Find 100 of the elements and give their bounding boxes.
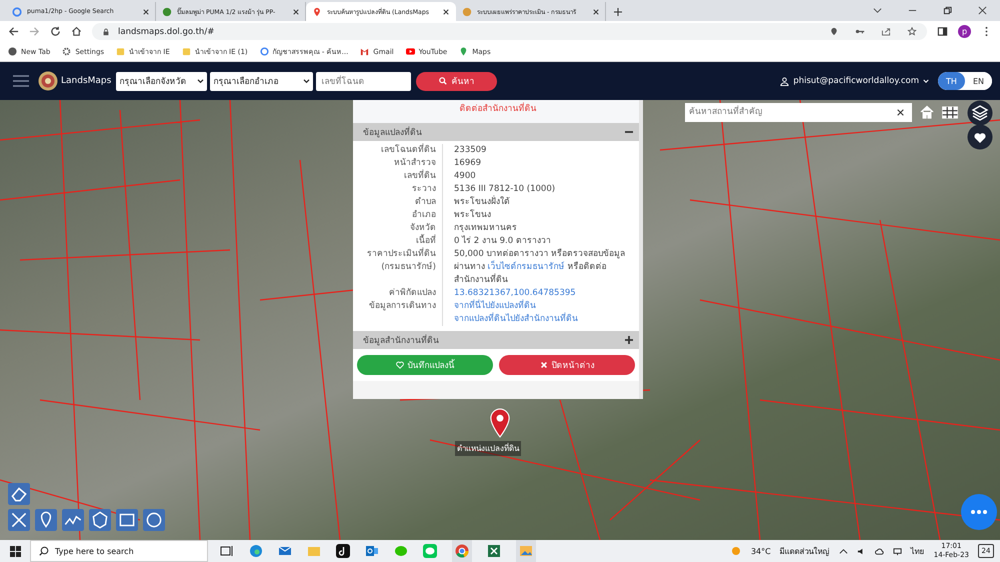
field-label: (กรมธนารักษ์) (381, 261, 436, 274)
monitor-icon[interactable] (892, 546, 902, 556)
website-link[interactable]: เว็บไซต์กรมธนารักษ์ (488, 262, 565, 272)
chevron-up-icon[interactable] (838, 546, 848, 556)
table-icon[interactable] (941, 106, 959, 119)
field-label: ค่าพิกัดแปลง (389, 287, 436, 300)
chat-bubble-icon[interactable] (961, 494, 997, 530)
folder-icon (116, 47, 126, 56)
side-panel-icon[interactable] (937, 26, 948, 37)
field-value: 0 ไร่ 2 งาน 9.0 ตารางวา (454, 235, 551, 248)
star-icon[interactable] (907, 27, 917, 36)
language-toggle[interactable]: TH (938, 72, 965, 90)
chrome-icon[interactable] (452, 540, 472, 562)
search-button[interactable]: ค้นหา (416, 72, 498, 90)
folder-icon (182, 47, 191, 56)
taskbar-search-field[interactable]: Type here to search (30, 540, 208, 562)
field-value: พระโขนง (454, 209, 491, 222)
field-value: กรุงเทพมหานคร (454, 222, 517, 235)
measure-icon[interactable] (8, 509, 30, 531)
close-icon (540, 361, 548, 369)
section-header[interactable]: ข้อมูลแปลงที่ดิน (353, 123, 639, 141)
outlook-icon[interactable] (365, 544, 379, 558)
scrollbar[interactable] (639, 100, 643, 399)
back-icon[interactable] (8, 26, 19, 37)
heart-icon (396, 361, 404, 369)
excel-icon[interactable] (487, 544, 501, 558)
close-icon[interactable] (293, 8, 299, 14)
site-icon (462, 6, 472, 16)
marker-label: ตำแหน่งแปลงที่ดิน (455, 441, 521, 456)
field-label: จังหวัด (410, 222, 436, 234)
province-dropdown[interactable]: กรุณาเลือกจังหวัด (116, 72, 208, 90)
field-value: 233509 (454, 144, 486, 157)
mail-icon (360, 47, 370, 56)
layers-icon[interactable] (967, 100, 993, 126)
cloud-icon[interactable] (874, 546, 884, 556)
eraser-icon[interactable] (8, 483, 30, 505)
home-icon[interactable] (71, 26, 82, 37)
field-label: หน้าสำรวจ (394, 157, 436, 169)
field-value: 50,000 บาทต่อตารางวา หรือตรวจสอบข้อมูลผ่านทาง เว็บไซต์กรมธนารักษ์ หรือติดต่อสำนักงานที่ดิน (454, 248, 626, 287)
emblem-logo-icon (38, 71, 58, 91)
clear-icon[interactable] (897, 109, 904, 116)
field-value: 16969 (454, 157, 482, 170)
user-menu[interactable]: phisut@pacificworldalloy.com (780, 76, 929, 86)
share-icon[interactable] (881, 27, 891, 36)
lock-icon (102, 28, 110, 36)
search-icon (39, 546, 49, 556)
rectangle-icon[interactable] (116, 509, 138, 531)
value-link[interactable]: จากที่นี่ไปยังแปลงที่ดิน (454, 300, 536, 313)
value-link[interactable]: จากแปลงที่ดินไปยังสำนักงานที่ดิน (454, 313, 578, 326)
field-label: อำเภอ (412, 209, 436, 222)
music-note-icon[interactable] (336, 544, 350, 558)
search-icon (439, 77, 448, 85)
map-pin-icon[interactable] (489, 408, 511, 438)
close-icon[interactable] (443, 8, 449, 14)
location-icon[interactable] (829, 27, 839, 36)
section-header[interactable]: ข้อมูลสำนักงานที่ดิน (353, 331, 639, 349)
pin-icon[interactable] (35, 509, 57, 531)
caret-icon (303, 78, 310, 84)
field-value: 5136 III 7812-10 (1000) (454, 183, 556, 195)
close-icon[interactable] (978, 6, 987, 15)
globe-icon (8, 47, 17, 56)
browser-icon[interactable] (249, 544, 263, 558)
app-title: LandsMaps (61, 76, 112, 86)
field-label: ข้อมูลการเดินทาง (369, 300, 436, 313)
settings-icon (62, 47, 72, 56)
windows-start-icon[interactable] (10, 546, 21, 556)
user-icon (780, 76, 790, 86)
caret-icon (197, 78, 204, 84)
pin-icon (312, 6, 322, 16)
key-icon[interactable] (855, 27, 865, 36)
sun-icon (730, 545, 742, 557)
polyline-icon[interactable] (62, 509, 84, 531)
close-icon[interactable] (593, 8, 599, 14)
reload-icon[interactable] (50, 26, 61, 37)
chevron-down-icon[interactable] (873, 6, 882, 15)
district-dropdown[interactable]: กรุณาเลือกอำเภอ (210, 72, 314, 90)
photos-icon[interactable] (516, 540, 536, 562)
google-icon (260, 47, 269, 56)
new-tab-icon[interactable] (614, 8, 622, 16)
profile-avatar[interactable]: p (958, 25, 971, 38)
place-search-field[interactable]: ค้นหาสถานที่สำคัญ (685, 103, 912, 122)
mail-icon[interactable] (278, 544, 292, 558)
value-link[interactable]: 13.68321367,100.64785395 (454, 287, 576, 300)
temperature-text: 34°C (750, 546, 771, 556)
field-label: เนื้อที่ (416, 235, 436, 247)
polygon-icon[interactable] (89, 509, 111, 531)
input-language[interactable]: ไทย (910, 544, 925, 558)
deed-number-field[interactable]: เลขที่โฉนด (316, 72, 412, 90)
close-window-button[interactable]: ปิดหน้าต่าง (499, 355, 635, 375)
field-label: ตำบล (415, 196, 436, 209)
field-label: ราคาประเมินที่ดิน (367, 248, 436, 261)
site-icon (162, 6, 172, 16)
restore-icon[interactable] (943, 6, 952, 15)
close-icon[interactable] (143, 8, 149, 14)
task-view-icon[interactable] (220, 544, 234, 558)
address-bar[interactable]: landsmaps.dol.go.th/# (92, 23, 927, 40)
field-value: พระโขนงฝั่งใต้ (454, 196, 510, 209)
google-icon (12, 6, 22, 16)
menu-icon[interactable] (13, 75, 29, 87)
caret-icon (923, 78, 929, 84)
